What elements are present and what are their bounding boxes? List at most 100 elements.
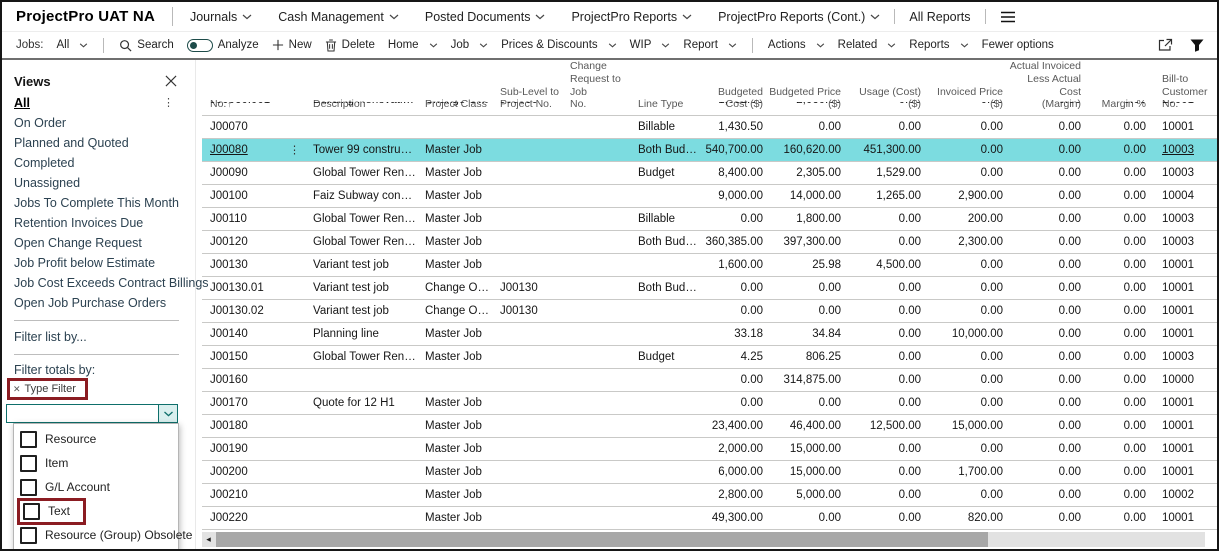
menu-reports[interactable]: Reports — [909, 39, 968, 51]
type-filter-input[interactable] — [6, 404, 178, 423]
sidebar-view-item[interactable]: Retention Invoices Due — [14, 213, 195, 233]
menu-cash-management[interactable]: Cash Management — [278, 10, 399, 24]
table-row[interactable]: J00180Master Job23,400.0046,400.0012,500… — [202, 415, 1217, 438]
table-cell[interactable]: J00190 — [202, 443, 305, 455]
table-row[interactable]: J00130.01Variant test jobChange OrderJ00… — [202, 277, 1217, 300]
table-row[interactable]: J00120Global Tower RenewationMaster JobB… — [202, 231, 1217, 254]
menu-projectpro-reports-cont[interactable]: ProjectPro Reports (Cont.) — [718, 10, 880, 24]
sidebar-view-item[interactable]: Open Job Purchase Orders — [14, 293, 195, 313]
fewer-options-button[interactable]: Fewer options — [982, 39, 1054, 51]
filter-icon[interactable] — [1190, 39, 1204, 52]
horizontal-scrollbar[interactable]: ◂ — [202, 532, 1205, 547]
table-cell[interactable]: J00220 — [202, 512, 305, 524]
menu-wip[interactable]: WIP — [630, 39, 671, 51]
menu-projectpro-reports[interactable]: ProjectPro Reports — [571, 10, 692, 24]
menu-journals[interactable]: Journals — [190, 10, 252, 24]
checkbox-icon[interactable] — [20, 479, 37, 496]
table-cell[interactable]: J00100 — [202, 190, 305, 202]
table-cell[interactable]: J00120 — [202, 236, 305, 248]
type-filter-option[interactable]: Item — [14, 451, 178, 475]
table-row[interactable]: J00090Global Tower RenewationMaster JobB… — [202, 162, 1217, 185]
sidebar-view-item[interactable]: On Order — [14, 113, 195, 133]
table-row[interactable]: J00140Planning lineMaster Job33.1834.840… — [202, 323, 1217, 346]
table-row[interactable]: J00200Master Job6,000.0015,000.000.001,7… — [202, 461, 1217, 484]
table-cell[interactable]: J00150 — [202, 351, 305, 363]
table-row[interactable]: J00220Master Job49,300.000.000.00820.000… — [202, 507, 1217, 530]
table-row[interactable]: J00170Quote for 12 H1Master Job0.000.000… — [202, 392, 1217, 415]
scrollbar-track[interactable] — [215, 532, 1205, 547]
table-cell[interactable]: J00130.02 — [202, 305, 305, 317]
sidebar-view-item[interactable]: Job Profit below Estimate — [14, 253, 195, 273]
jobs-filter-dropdown[interactable]: All — [57, 39, 89, 51]
table-cell[interactable]: J00090 — [202, 167, 305, 179]
menu-posted-documents[interactable]: Posted Documents — [425, 10, 546, 24]
table-cell[interactable]: J00210 — [202, 489, 305, 501]
table-row[interactable]: J00100Faiz Subway constructionsMaster Jo… — [202, 185, 1217, 208]
sidebar-view-item[interactable]: Job Cost Exceeds Contract Billings — [14, 273, 195, 293]
row-context-menu-icon[interactable]: ⋮ — [289, 144, 300, 156]
type-filter-option[interactable]: G/L Account — [14, 475, 178, 499]
table-row[interactable]: J00210Master Job2,800.005,000.000.000.00… — [202, 484, 1217, 507]
type-filter-option[interactable]: Text — [14, 499, 178, 523]
filter-list-by-link[interactable]: Filter list by... — [14, 327, 195, 347]
column-header[interactable]: Sub-Level to Project No. — [492, 86, 562, 112]
type-filter-option[interactable]: Resource (Group) Obsolete — [14, 523, 178, 547]
toggle-off-icon[interactable] — [187, 39, 213, 52]
table-row[interactable]: J00110Global Tower RenewationMaster JobB… — [202, 208, 1217, 231]
close-icon[interactable] — [165, 75, 177, 87]
table-row[interactable]: J001600.00314,875.000.000.000.000.001000… — [202, 369, 1217, 392]
menu-home[interactable]: Home — [388, 39, 438, 51]
checkbox-icon[interactable] — [20, 527, 37, 544]
column-header[interactable]: Invoiced Price ($) — [927, 86, 1009, 112]
checkbox-icon[interactable] — [20, 455, 37, 472]
column-header[interactable]: Line Type — [630, 98, 702, 111]
menu-actions[interactable]: Actions — [768, 39, 825, 51]
sidebar-view-item[interactable]: Unassigned — [14, 173, 195, 193]
table-cell[interactable]: J00110 — [202, 213, 305, 225]
table-cell[interactable]: J00080⋮ — [202, 144, 305, 156]
sidebar-view-item[interactable]: Planned and Quoted — [14, 133, 195, 153]
analyze-toggle[interactable]: Analyze — [187, 39, 259, 52]
table-row[interactable]: J00130.02Variant test jobChange OrderJ00… — [202, 300, 1217, 323]
table-cell[interactable]: J00070 — [202, 121, 305, 133]
dropdown-chevron-button[interactable] — [158, 405, 177, 422]
column-header[interactable]: Usage (Cost) ($) — [847, 86, 927, 112]
table-cell[interactable]: J00200 — [202, 466, 305, 478]
sidebar-view-item[interactable]: Open Change Request — [14, 233, 195, 253]
table-row[interactable]: J00190Master Job2,000.0015,000.000.000.0… — [202, 438, 1217, 461]
table-cell[interactable]: J00130 — [202, 259, 305, 271]
scrollbar-thumb[interactable] — [216, 532, 988, 547]
type-filter-option[interactable]: Resource — [14, 427, 178, 451]
menu-related[interactable]: Related — [838, 39, 897, 51]
menu-report[interactable]: Report — [683, 39, 737, 51]
menu-prices-discounts[interactable]: Prices & Discounts — [501, 39, 617, 51]
checkbox-icon[interactable] — [23, 503, 40, 520]
table-cell[interactable]: J00060.001 — [202, 102, 305, 106]
menu-all-reports[interactable]: All Reports — [909, 10, 970, 24]
table-cell[interactable]: J00180 — [202, 420, 305, 432]
sidebar-view-item[interactable]: Jobs To Complete This Month — [14, 193, 195, 213]
scroll-left-arrow[interactable]: ◂ — [202, 532, 215, 547]
table-cell[interactable]: J00130.01 — [202, 282, 305, 294]
share-icon[interactable] — [1157, 38, 1173, 52]
table-cell[interactable]: J00170 — [202, 397, 305, 409]
column-header[interactable]: Change Request to Job No. — [562, 60, 630, 111]
checkbox-icon[interactable] — [20, 431, 37, 448]
search-button[interactable]: Search — [119, 39, 173, 52]
table-cell[interactable]: J00140 — [202, 328, 305, 340]
table-row[interactable]: J00130Variant test jobMaster Job1,600.00… — [202, 254, 1217, 277]
hamburger-menu-icon[interactable] — [1000, 11, 1016, 23]
sidebar-view-item[interactable]: Completed — [14, 153, 195, 173]
menu-job[interactable]: Job — [451, 39, 489, 51]
table-row[interactable]: J00070Billable1,430.500.000.000.000.000.… — [202, 116, 1217, 139]
remove-filter-icon[interactable]: ✕ — [13, 384, 21, 395]
new-button[interactable]: New — [272, 39, 312, 51]
table-row[interactable]: J00150Global Tower RenewationMaster JobB… — [202, 346, 1217, 369]
table-row[interactable]: J00080⋮Tower 99 constructionMaster JobBo… — [202, 139, 1217, 162]
column-header[interactable]: Budgeted Cost ($) — [702, 86, 769, 112]
more-options-icon[interactable]: ⋮ — [163, 96, 174, 109]
delete-button[interactable]: Delete — [325, 39, 375, 52]
column-header[interactable]: Budgeted Price ($) — [769, 86, 847, 112]
table-cell[interactable]: J00160 — [202, 374, 305, 386]
sidebar-view-all[interactable]: All — [14, 96, 30, 110]
